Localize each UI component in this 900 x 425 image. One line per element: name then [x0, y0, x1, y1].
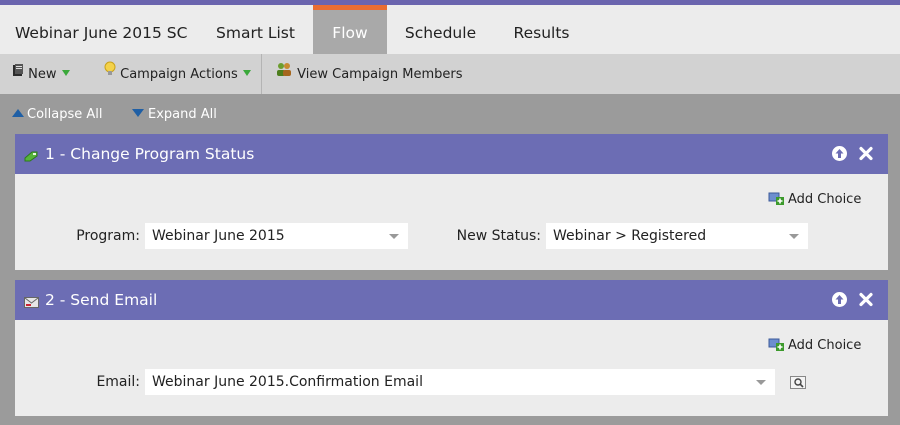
- new-status-select[interactable]: Webinar > Registered: [546, 223, 808, 249]
- email-field-label: Email:: [96, 374, 140, 390]
- close-icon[interactable]: [858, 291, 874, 312]
- new-status-field-label: New Status:: [456, 228, 541, 244]
- toolbar: New Campaign Actions View Campaign Membe…: [0, 54, 900, 94]
- view-campaign-members-button[interactable]: View Campaign Members: [276, 54, 463, 94]
- add-choice-label: Add Choice: [788, 192, 862, 207]
- lightbulb-icon: [104, 53, 116, 94]
- add-choice-icon: [768, 192, 784, 205]
- add-choice-button[interactable]: Add Choice: [768, 190, 861, 210]
- step-title: 1 - Change Program Status: [45, 145, 255, 163]
- people-icon: [276, 53, 293, 94]
- email-icon: [24, 293, 39, 312]
- step-header: 1 - Change Program Status: [15, 134, 888, 174]
- step-title: 2 - Send Email: [45, 291, 158, 309]
- tab-campaign-name[interactable]: Webinar June 2015 SC: [0, 5, 198, 54]
- add-choice-icon: [768, 338, 784, 351]
- program-field-label: Program:: [76, 228, 140, 244]
- collapse-icon: [12, 108, 24, 117]
- tab-schedule[interactable]: Schedule: [387, 5, 494, 54]
- program-select[interactable]: Webinar June 2015: [145, 223, 408, 249]
- add-choice-label: Add Choice: [788, 338, 862, 353]
- view-campaign-members-label: View Campaign Members: [297, 67, 463, 82]
- collapse-all-button[interactable]: Collapse All: [12, 94, 103, 134]
- program-status-icon: [24, 147, 39, 166]
- tab-results[interactable]: Results: [494, 5, 589, 54]
- toolbar-divider: [261, 54, 262, 94]
- chevron-down-icon: [61, 69, 70, 76]
- chevron-down-icon: [242, 69, 251, 76]
- expand-all-button[interactable]: Expand All: [132, 94, 217, 134]
- preview-icon[interactable]: [790, 375, 807, 394]
- collapse-all-label: Collapse All: [27, 107, 103, 122]
- email-select[interactable]: Webinar June 2015.Confirmation Email: [145, 369, 775, 395]
- move-up-icon[interactable]: [831, 145, 848, 166]
- expand-icon: [132, 108, 144, 117]
- flow-step-change-program-status: 1 - Change Program Status Add Choice Pro…: [15, 134, 888, 270]
- new-button[interactable]: New: [12, 54, 70, 94]
- tab-flow[interactable]: Flow: [313, 5, 387, 54]
- tab-bar: Webinar June 2015 SC Smart List Flow Sch…: [0, 5, 900, 54]
- expand-all-label: Expand All: [148, 107, 217, 122]
- move-up-icon[interactable]: [831, 291, 848, 312]
- close-icon[interactable]: [858, 145, 874, 166]
- campaign-actions-button[interactable]: Campaign Actions: [104, 54, 251, 94]
- new-document-icon: [12, 53, 24, 94]
- campaign-actions-label: Campaign Actions: [120, 67, 238, 82]
- new-button-label: New: [28, 67, 57, 82]
- add-choice-button[interactable]: Add Choice: [768, 336, 861, 356]
- step-header: 2 - Send Email: [15, 280, 888, 320]
- flow-step-send-email: 2 - Send Email Add Choice Email: Webinar…: [15, 280, 888, 416]
- tab-smart-list[interactable]: Smart List: [198, 5, 313, 54]
